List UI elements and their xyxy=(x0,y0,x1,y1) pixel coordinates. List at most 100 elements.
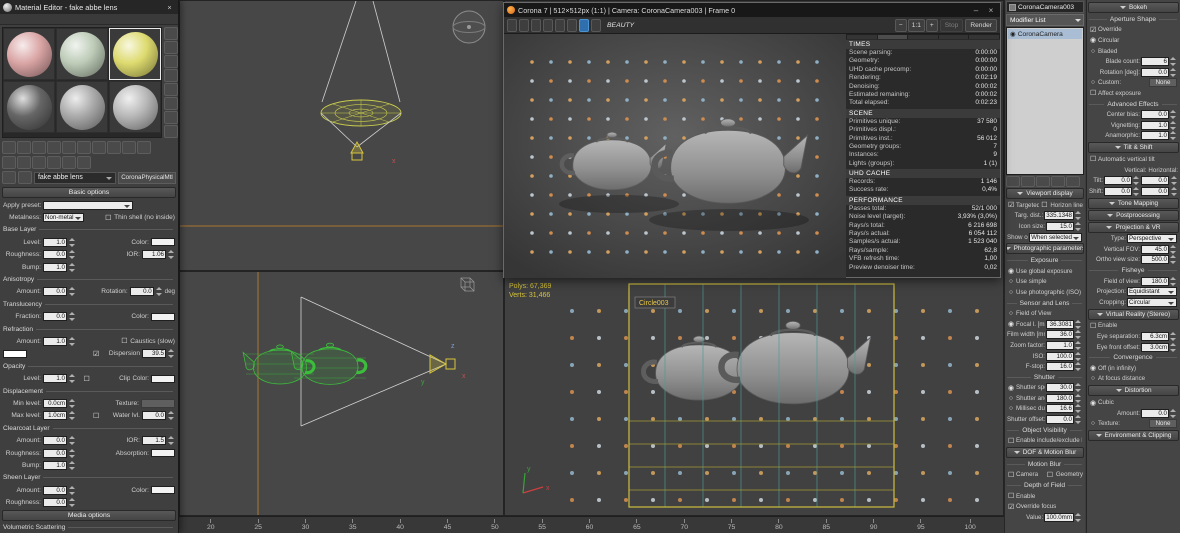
checkbox[interactable]: ○ xyxy=(1089,79,1097,86)
value-field[interactable]: 1.0 xyxy=(43,263,67,272)
checkbox[interactable]: ☐ xyxy=(1007,492,1015,500)
pick-material-icon[interactable] xyxy=(18,171,32,184)
timeline-track-bar[interactable]: 20253035404550556065707580859095100 xyxy=(179,516,1004,533)
spinner-buttons[interactable] xyxy=(1075,330,1082,339)
spinner-buttons[interactable] xyxy=(1170,343,1177,352)
value-field[interactable]: 3.0cm xyxy=(1141,343,1169,352)
spinner-buttons[interactable] xyxy=(69,486,76,495)
material-name-dropdown[interactable]: fake abbe lens xyxy=(34,172,116,184)
value-field[interactable]: 100.0mm xyxy=(1044,513,1074,522)
checkbox[interactable]: ○ xyxy=(1089,420,1097,427)
spinner-buttons[interactable] xyxy=(69,250,76,259)
camera-body-gizmo[interactable] xyxy=(352,153,362,160)
close-icon[interactable]: × xyxy=(985,6,997,15)
material-tool-icon[interactable] xyxy=(107,141,121,154)
timeline-tick[interactable]: 25 xyxy=(254,519,262,533)
spinner-buttons[interactable] xyxy=(168,250,175,259)
rollout-projection-vr[interactable]: Projection & VR xyxy=(1088,222,1179,233)
material-tool-icon[interactable] xyxy=(32,156,46,169)
spinner-buttons[interactable] xyxy=(1170,57,1177,66)
checkbox[interactable]: ○ xyxy=(1007,289,1015,296)
material-tool-icon[interactable] xyxy=(32,141,46,154)
modifier-list-dropdown[interactable]: Modifier List xyxy=(1006,14,1084,26)
material-tool-icon[interactable] xyxy=(17,156,31,169)
rollout-virtual-reality[interactable]: Virtual Reality (Stereo) xyxy=(1088,309,1179,320)
vfb-tab[interactable] xyxy=(908,35,938,39)
spinner-buttons[interactable] xyxy=(69,287,76,296)
spinner-buttons[interactable] xyxy=(1170,255,1177,264)
value-field[interactable]: 1.0 xyxy=(43,461,67,470)
value-field[interactable]: 0.0 xyxy=(1104,176,1132,185)
spinner-buttons[interactable] xyxy=(1171,176,1178,185)
spinner-buttons[interactable] xyxy=(1075,341,1082,350)
value-field[interactable]: 1.0 xyxy=(1046,341,1074,350)
value-field[interactable]: 30.0 xyxy=(1046,383,1074,392)
checkbox[interactable]: ○ xyxy=(1007,310,1015,317)
timeline-tick[interactable]: 45 xyxy=(444,519,452,533)
spinner-buttons[interactable] xyxy=(1170,277,1177,286)
value-field[interactable]: 500.0 xyxy=(1141,255,1169,264)
stack-tool-icon[interactable] xyxy=(1006,176,1020,187)
color-swatch[interactable] xyxy=(151,449,175,457)
rollout-basic-options[interactable]: Basic options xyxy=(2,187,176,198)
material-tool-icon[interactable] xyxy=(122,141,136,154)
timeline-tick[interactable]: 75 xyxy=(728,519,736,533)
zoom-out-button[interactable]: − xyxy=(895,19,907,32)
sample-tool-icon[interactable] xyxy=(164,69,178,82)
value-field[interactable]: 36.0 xyxy=(1046,330,1074,339)
sample-tool-icon[interactable] xyxy=(164,83,178,96)
material-sample-slot[interactable] xyxy=(56,28,108,80)
pick-material-icon[interactable] xyxy=(2,171,16,184)
value-field[interactable]: 335.1348 xyxy=(1044,211,1074,220)
spinner-buttons[interactable] xyxy=(1170,110,1177,119)
timeline-tick[interactable]: 35 xyxy=(349,519,357,533)
value-field[interactable]: 1.0cm xyxy=(43,411,67,420)
vfb-toolbar-button[interactable] xyxy=(555,19,565,32)
value-field[interactable]: 6 xyxy=(1141,57,1169,66)
spinner-buttons[interactable] xyxy=(1075,415,1082,424)
timeline-tick[interactable]: 65 xyxy=(633,519,641,533)
spinner-buttons[interactable] xyxy=(69,312,76,321)
material-tool-icon[interactable] xyxy=(137,141,151,154)
material-tool-icon[interactable] xyxy=(62,156,76,169)
value-field[interactable]: None xyxy=(1149,78,1177,87)
value-field[interactable]: 0.0 xyxy=(130,287,154,296)
spinner-buttons[interactable] xyxy=(1170,332,1177,341)
value-field[interactable]: 0.0cm xyxy=(43,399,67,408)
vfb-toolbar-button[interactable] xyxy=(507,19,517,32)
rollout-tilt-shift[interactable]: Tilt & Shift xyxy=(1088,142,1179,153)
camera-gizmo[interactable] xyxy=(430,355,446,373)
value-field[interactable] xyxy=(141,399,175,408)
material-editor-titlebar[interactable]: Material Editor - fake abbe lens × xyxy=(0,0,178,14)
viewport-top-ortho[interactable]: z x y xyxy=(179,271,504,516)
value-field[interactable]: 45.0 xyxy=(1141,245,1169,254)
value-field[interactable]: 0.0 xyxy=(1141,110,1169,119)
checkbox[interactable]: ◉ xyxy=(1007,384,1015,392)
material-sample-slot[interactable] xyxy=(3,28,55,80)
checkbox[interactable]: ☐ xyxy=(1089,155,1097,163)
checkbox[interactable]: ☐ xyxy=(92,412,100,420)
timeline-tick[interactable]: 95 xyxy=(917,519,925,533)
spinner-buttons[interactable] xyxy=(1133,176,1140,185)
checkbox[interactable]: ☐ xyxy=(1007,471,1015,479)
color-swatch[interactable] xyxy=(151,375,175,383)
sample-tool-icon[interactable] xyxy=(164,97,178,110)
checkbox[interactable]: ☐ xyxy=(1089,322,1097,330)
timeline-tick[interactable]: 70 xyxy=(680,519,688,533)
checkbox[interactable]: ○ xyxy=(1089,375,1097,382)
viewport-front[interactable]: x xyxy=(179,0,504,271)
value-field[interactable]: 0.0 xyxy=(43,287,67,296)
rollout-media-options[interactable]: Media options xyxy=(2,510,176,521)
value-field[interactable]: 1.0 xyxy=(1141,131,1169,140)
zoom-reset-button[interactable]: 1:1 xyxy=(908,19,925,32)
checkbox[interactable]: ◉ xyxy=(1089,36,1097,44)
value-field[interactable]: 180.0 xyxy=(1046,394,1074,403)
timeline-tick[interactable]: 20 xyxy=(207,519,215,533)
checkbox[interactable]: ☑ xyxy=(92,350,100,358)
spinner-buttons[interactable] xyxy=(1170,409,1177,418)
color-swatch[interactable] xyxy=(151,486,175,494)
vfb-toolbar-button[interactable] xyxy=(543,19,553,32)
sample-tool-icon[interactable] xyxy=(164,111,178,124)
vfb-tab[interactable] xyxy=(939,35,969,39)
spinner-buttons[interactable] xyxy=(69,411,76,420)
